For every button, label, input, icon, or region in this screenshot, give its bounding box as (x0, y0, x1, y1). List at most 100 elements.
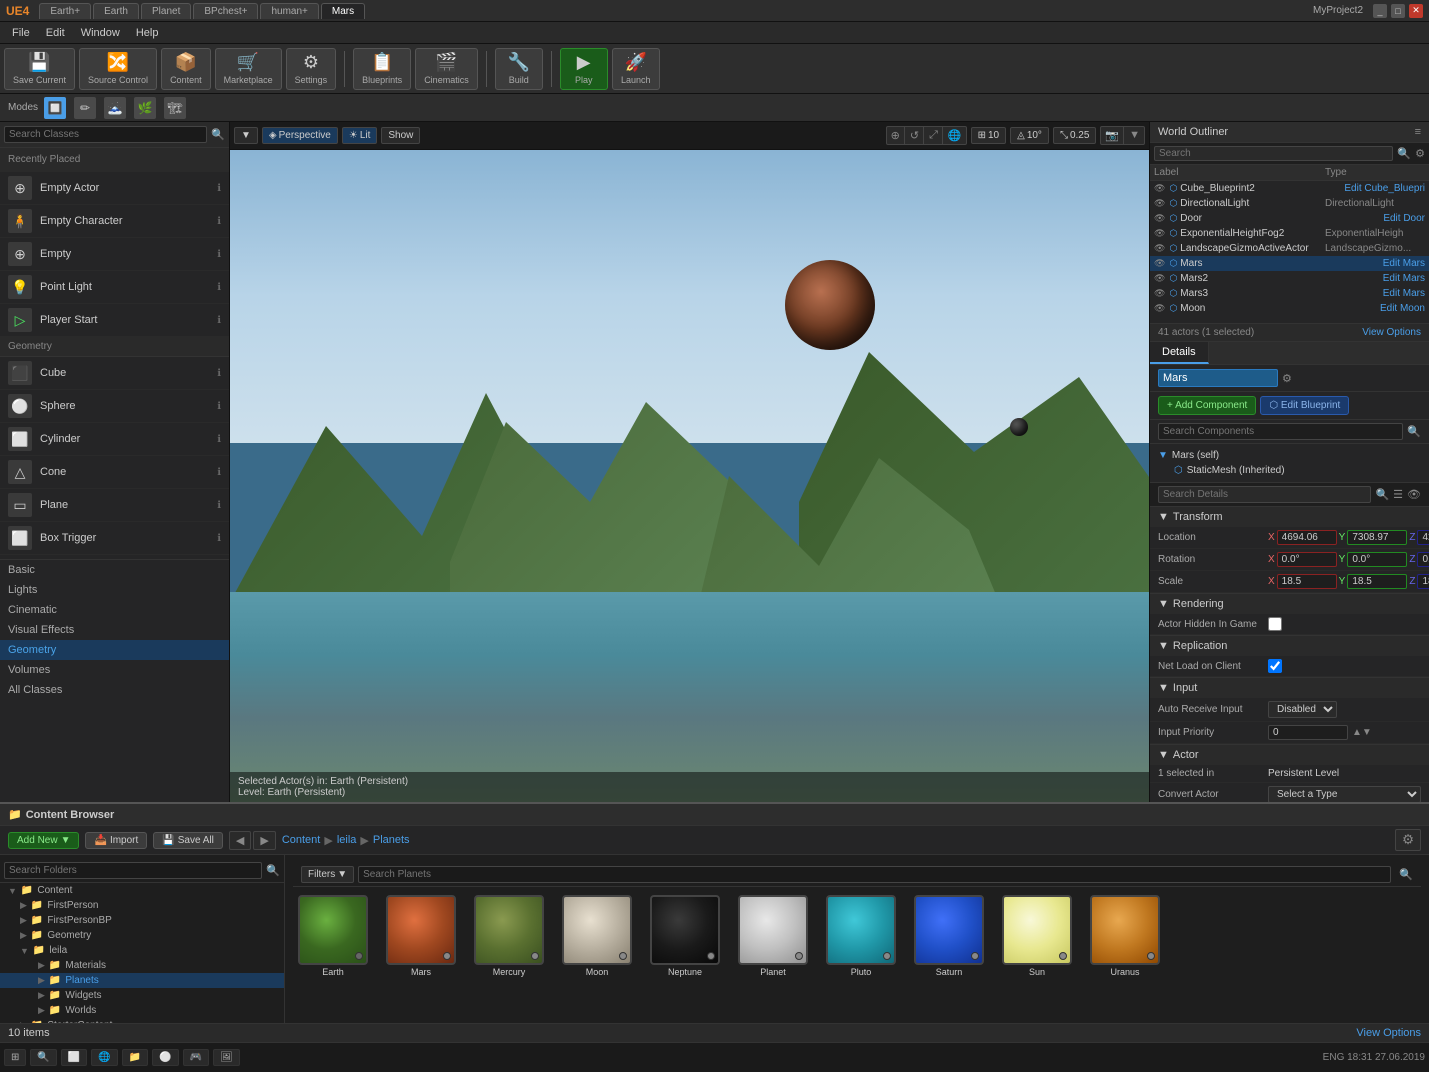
row-edit-mars[interactable]: Edit Mars (1383, 258, 1425, 269)
folder-materials[interactable]: ▶ 📁 Materials (0, 958, 284, 973)
input-priority-input[interactable] (1268, 725, 1348, 740)
outliner-filter-icon[interactable]: ⚙ (1415, 147, 1425, 160)
menu-file[interactable]: File (4, 25, 38, 41)
location-z-input[interactable] (1417, 530, 1429, 545)
comp-static-mesh[interactable]: ⬡ StaticMesh (Inherited) (1158, 463, 1421, 478)
settings-button[interactable]: ⚙ Settings (286, 48, 337, 90)
row-edit-mars2[interactable]: Edit Mars (1383, 273, 1425, 284)
rotation-x-input[interactable] (1277, 552, 1337, 567)
actor-hidden-checkbox[interactable] (1268, 617, 1282, 631)
place-item-cylinder[interactable]: ⬜ Cylinder ℹ (0, 423, 229, 456)
close-button[interactable]: ✕ (1409, 4, 1423, 18)
asset-planet[interactable]: Planet (733, 895, 813, 977)
mode-foliage[interactable]: 🌿 (134, 97, 156, 119)
3d-viewport[interactable]: Selected Actor(s) in: Earth (Persistent)… (230, 150, 1149, 802)
cube-info[interactable]: ℹ (217, 368, 221, 379)
category-geometry[interactable]: Geometry (0, 640, 229, 660)
breadcrumb-content[interactable]: Content (282, 834, 321, 846)
camera-speed-icon[interactable]: 📷 (1101, 127, 1124, 144)
row-edit-moon[interactable]: Edit Moon (1380, 303, 1425, 314)
cb-view-options[interactable]: View Options (1356, 1027, 1421, 1039)
marketplace-button[interactable]: 🛒 Marketplace (215, 48, 282, 90)
place-item-box-trigger[interactable]: ⬜ Box Trigger ℹ (0, 522, 229, 555)
vp-rotate-icon[interactable]: ↺ (906, 127, 924, 144)
show-btn[interactable]: Show (381, 127, 420, 144)
grid-size-btn[interactable]: ⊞ 10 (971, 127, 1007, 144)
blueprints-button[interactable]: 📋 Blueprints (353, 48, 411, 90)
add-new-button[interactable]: Add New ▼ (8, 832, 79, 849)
pinned-app-1[interactable]: 🎮 (183, 1049, 209, 1066)
add-component-button[interactable]: + Add Component (1158, 396, 1256, 415)
asset-moon[interactable]: Moon (557, 895, 637, 977)
vis-icon-door[interactable]: 👁 (1154, 213, 1165, 224)
place-item-cone[interactable]: △ Cone ℹ (0, 456, 229, 489)
tab-earth[interactable]: Earth+ (39, 3, 91, 19)
search-classes-icon[interactable]: 🔍 (211, 128, 225, 141)
convert-actor-select[interactable]: Select a Type (1268, 786, 1421, 802)
mode-geometry[interactable]: 🏗 (164, 97, 186, 119)
outliner-row-exp-fog[interactable]: 👁 ⬡ ExponentialHeightFog2 ExponentialHei… (1150, 226, 1429, 241)
replication-section-header[interactable]: ▼ Replication (1150, 636, 1429, 656)
box-trigger-info[interactable]: ℹ (217, 533, 221, 544)
comp-mars-self[interactable]: ▼ Mars (self) (1158, 448, 1421, 463)
place-item-plane[interactable]: ▭ Plane ℹ (0, 489, 229, 522)
scale-y-input[interactable] (1347, 574, 1407, 589)
outliner-row-directional-light[interactable]: 👁 ⬡ DirectionalLight DirectionalLight (1150, 196, 1429, 211)
place-item-empty-character[interactable]: 🧍 Empty Character ℹ (0, 205, 229, 238)
menu-help[interactable]: Help (128, 25, 167, 41)
search-classes-input[interactable] (4, 126, 207, 143)
perspective-btn[interactable]: ◈ Perspective (262, 127, 338, 144)
category-lights[interactable]: Lights (0, 580, 229, 600)
tab-details[interactable]: Details (1150, 342, 1209, 364)
launch-button[interactable]: 🚀 Launch (612, 48, 660, 90)
camera-settings-icon[interactable]: ▼ (1125, 127, 1144, 144)
explorer-button[interactable]: 📁 (122, 1049, 148, 1066)
maximize-button[interactable]: □ (1391, 4, 1405, 18)
outliner-options-icon[interactable]: ≡ (1415, 126, 1421, 138)
folder-first-person[interactable]: ▶ 📁 FirstPerson (0, 898, 284, 913)
tab-planet[interactable]: Planet (141, 3, 191, 19)
location-y-input[interactable] (1347, 530, 1407, 545)
cone-info[interactable]: ℹ (217, 467, 221, 478)
outliner-row-mars2[interactable]: 👁 ⬡ Mars2 Edit Mars (1150, 271, 1429, 286)
folder-search-icon[interactable]: 🔍 (266, 864, 280, 877)
folder-content[interactable]: ▼ 📁 Content (0, 883, 284, 898)
input-section-header[interactable]: ▼ Input (1150, 678, 1429, 698)
vis-icon-mars[interactable]: 👁 (1154, 258, 1165, 269)
minimize-button[interactable]: _ (1373, 4, 1387, 18)
category-basic[interactable]: Basic (0, 560, 229, 580)
outliner-row-landscape-gizmo[interactable]: 👁 ⬡ LandscapeGizmoActiveActor LandscapeG… (1150, 241, 1429, 256)
cb-settings-button[interactable]: ⚙ (1395, 829, 1421, 851)
menu-edit[interactable]: Edit (38, 25, 73, 41)
source-control-button[interactable]: 🔀 Source Control (79, 48, 157, 90)
asset-saturn[interactable]: Saturn (909, 895, 989, 977)
tab-human[interactable]: human+ (260, 3, 318, 19)
menu-window[interactable]: Window (73, 25, 128, 41)
asset-neptune[interactable]: Neptune (645, 895, 725, 977)
rotation-y-input[interactable] (1347, 552, 1407, 567)
folder-geometry[interactable]: ▶ 📁 Geometry (0, 928, 284, 943)
vis-icon-exp-fog[interactable]: 👁 (1154, 228, 1165, 239)
row-edit-door[interactable]: Edit Door (1383, 213, 1425, 224)
edge-button[interactable]: 🌐 (91, 1049, 117, 1066)
category-all-classes[interactable]: All Classes (0, 680, 229, 700)
cylinder-info[interactable]: ℹ (217, 434, 221, 445)
place-item-point-light[interactable]: 💡 Point Light ℹ (0, 271, 229, 304)
row-edit-cube-bp2[interactable]: Edit Cube_Bluepri (1344, 183, 1425, 194)
mode-paint[interactable]: ✏ (74, 97, 96, 119)
mode-place[interactable]: 🔲 (44, 97, 66, 119)
vp-translate-icon[interactable]: ⊕ (887, 127, 905, 144)
vis-icon-mars2[interactable]: 👁 (1154, 273, 1165, 284)
net-load-checkbox[interactable] (1268, 659, 1282, 673)
save-current-button[interactable]: 💾 Save Current (4, 48, 75, 90)
viewport-settings-btn[interactable]: ▼ (234, 127, 258, 144)
outliner-search-icon[interactable]: 🔍 (1397, 147, 1411, 160)
detail-eye-icon[interactable]: 👁 (1407, 488, 1421, 501)
breadcrumb-planets[interactable]: Planets (373, 834, 410, 846)
component-search-input[interactable] (1158, 423, 1403, 440)
folder-first-person-bp[interactable]: ▶ 📁 FirstPersonBP (0, 913, 284, 928)
asset-earth[interactable]: Earth (293, 895, 373, 977)
search-button[interactable]: 🔍 (30, 1049, 56, 1066)
start-button[interactable]: ⊞ (4, 1049, 26, 1066)
empty-info[interactable]: ℹ (217, 249, 221, 260)
